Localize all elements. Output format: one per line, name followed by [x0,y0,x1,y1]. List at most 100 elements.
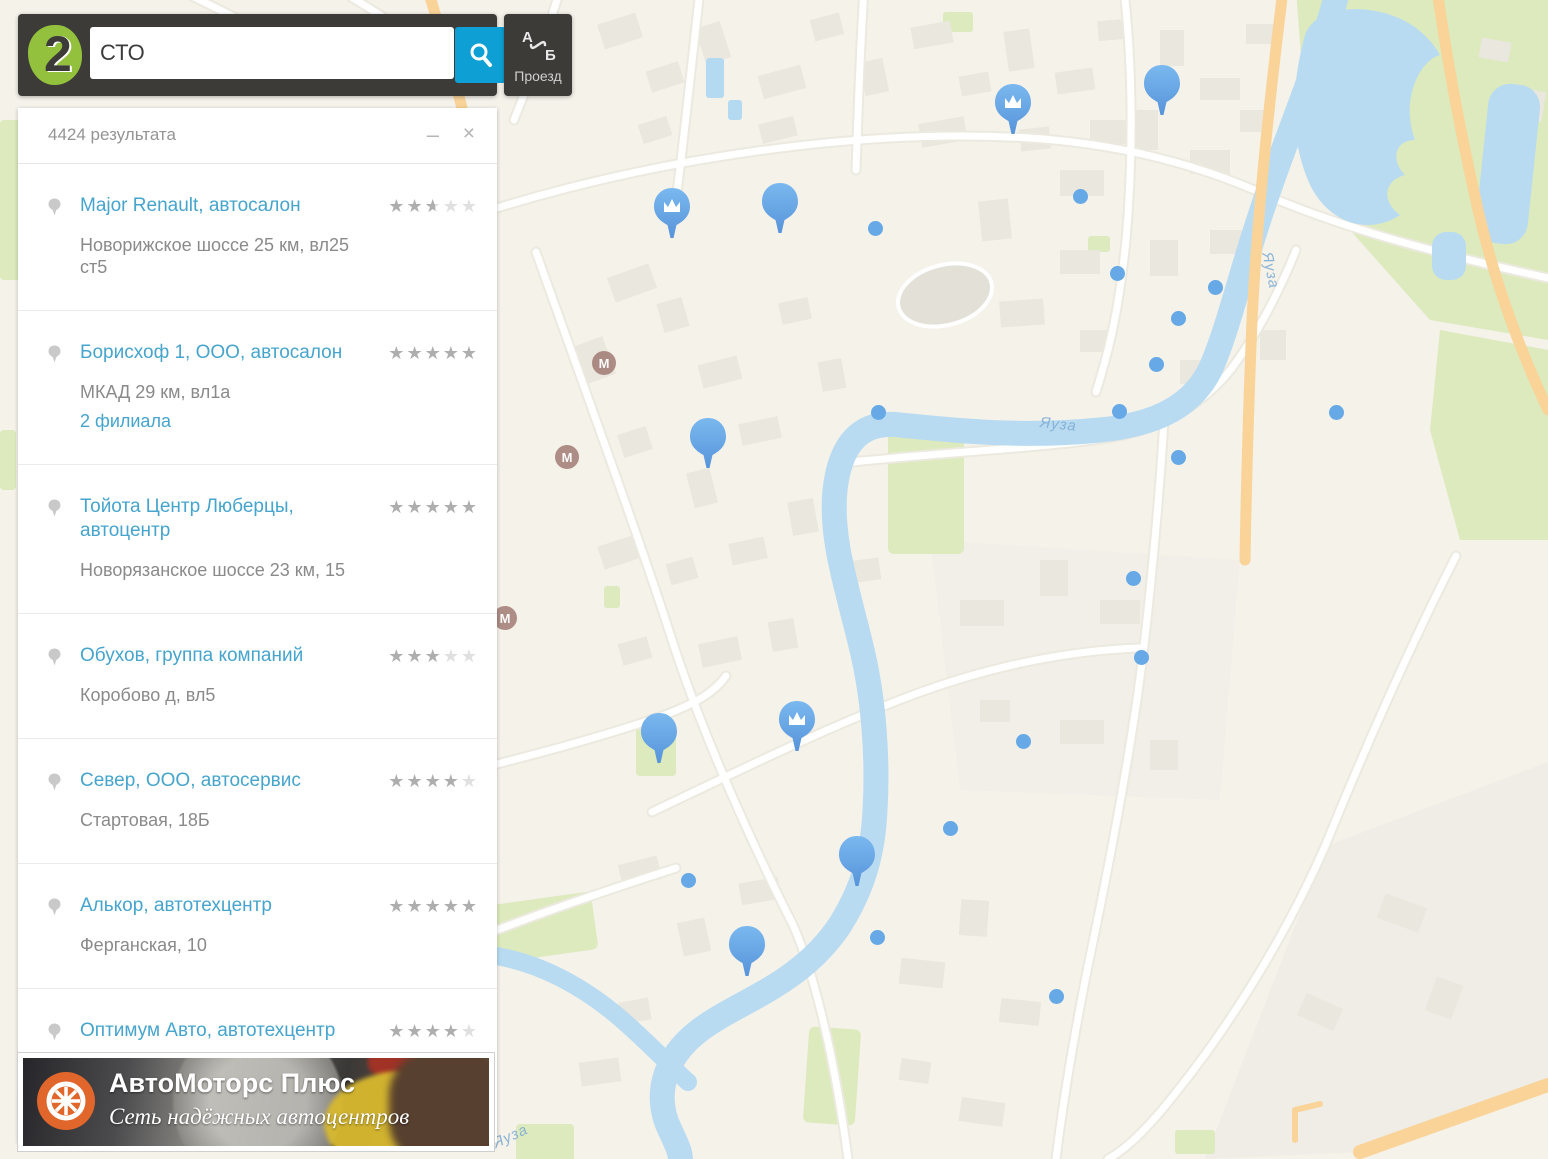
star-empty-icon: ★ [461,196,479,217]
star-filled-icon: ★ [443,1021,461,1042]
map-dot-marker[interactable] [1171,311,1186,326]
star-filled-icon: ★ [406,196,424,217]
star-filled-icon: ★ [406,343,424,364]
logo-digit: 2 [44,25,72,83]
map-dot-marker[interactable] [870,930,885,945]
result-title-link[interactable]: Север, ООО, автосервис [80,769,301,793]
minimize-button[interactable]: – [427,122,439,148]
map-dot-marker[interactable] [1171,450,1186,465]
rating-stars: ★★★★★ [388,771,479,792]
star-filled-icon: ★ [425,343,443,364]
map-dot-marker[interactable] [1126,571,1141,586]
star-filled-icon: ★ [388,646,406,667]
ad-title: АвтоМоторс Плюс [109,1068,355,1099]
2gis-logo-icon[interactable]: 2 [28,23,86,87]
result-title-link[interactable]: Тойота Центр Люберцы, автоцентр [80,495,377,543]
star-filled-icon: ★ [388,771,406,792]
result-pin-icon [48,345,61,363]
result-address: Новорижское шоссе 25 км, вл25 ст5 [80,234,377,278]
rating-stars: ★★★★★ [388,1021,479,1042]
map-dot-marker[interactable] [1016,734,1031,749]
result-item[interactable]: Борисхоф 1, ООО, автосалон★★★★★МКАД 29 к… [18,311,497,465]
map-dot-marker[interactable] [1329,405,1344,420]
star-filled-icon: ★ [388,196,406,217]
ad-photo: АвтоМоторс Плюс Сеть надёжных автоцентро… [23,1058,489,1146]
star-filled-icon: ★ [443,771,461,792]
ad-shadow-image [389,1058,489,1146]
svg-text:А: А [522,29,533,46]
river-name-label: Яуза [1258,251,1282,291]
metro-station-icon[interactable]: М [592,351,616,375]
ad-banner[interactable]: АвтоМоторс Плюс Сеть надёжных автоцентро… [18,1053,494,1151]
result-pin-icon [48,648,61,666]
result-item[interactable]: Север, ООО, автосервис★★★★★Стартовая, 18… [18,739,497,864]
metro-station-icon[interactable]: М [555,445,579,469]
search-input[interactable] [90,27,454,79]
result-address: Новорязанское шоссе 23 км, 15 [80,559,377,581]
star-filled-icon: ★ [406,771,424,792]
rating-stars: ★★★★★ [388,896,479,917]
result-address: Коробово д, вл5 [80,684,377,706]
star-filled-icon: ★ [425,1021,443,1042]
star-filled-icon: ★ [443,343,461,364]
star-filled-icon: ★ [425,896,443,917]
result-branches-link[interactable]: 2 филиала [80,411,171,432]
search-button[interactable] [455,27,506,83]
result-pin-icon [48,499,61,517]
star-filled-icon: ★ [461,896,479,917]
result-pin-icon [48,198,61,216]
map-dot-marker[interactable] [943,821,958,836]
map-dot-marker[interactable] [681,873,696,888]
star-empty-icon: ★ [461,1021,479,1042]
star-filled-icon: ★ [388,497,406,518]
rating-stars: ★★★★★ [388,497,479,518]
result-title-link[interactable]: Major Renault, автосалон [80,194,301,218]
result-address: Стартовая, 18Б [80,809,377,831]
result-address: Ферганская, 10 [80,934,377,956]
results-header: 4424 результата – × [18,108,497,164]
star-filled-icon: ★ [425,646,443,667]
star-empty-icon: ★ [443,646,461,667]
result-item[interactable]: Major Renault, автосалон ★★★★★★ Новорижско… [18,164,497,311]
map-dot-marker[interactable] [1073,189,1088,204]
river-name-label: Яуза [1039,414,1077,435]
result-pin-icon [48,1023,61,1041]
star-filled-icon: ★ [461,343,479,364]
close-button[interactable]: × [463,122,475,146]
star-filled-icon: ★★ [425,196,443,217]
star-filled-icon: ★ [406,1021,424,1042]
rating-stars: ★★★★★ [388,646,479,667]
result-item[interactable]: Тойота Центр Люберцы, автоцентр ★★★★★ Ново… [18,465,497,614]
app-root: МММЯузаЯузаЯуза 2 А Б Проезд 4424 резуль… [0,0,1548,1159]
map-dot-marker[interactable] [1208,280,1223,295]
result-item[interactable]: Обухов, группа компаний ★★★★★ Коробово д, … [18,614,497,739]
star-filled-icon: ★ [425,771,443,792]
route-button[interactable]: А Б Проезд [504,14,572,96]
ad-wheel-logo-icon [37,1072,95,1130]
star-empty-icon: ★ [461,771,479,792]
result-title-link[interactable]: Алькор, автотехцентр [80,894,272,918]
result-item[interactable]: Алькор, автотехцентр ★★★★★ Ферганская, 10 [18,864,497,989]
star-filled-icon: ★ [406,646,424,667]
map-dot-marker[interactable] [1149,357,1164,372]
map-dot-marker[interactable] [1134,650,1149,665]
result-title-link[interactable]: Оптимум Авто, автотехцентр [80,1019,335,1043]
map-dot-marker[interactable] [1049,989,1064,1004]
rating-stars: ★★★★★★ [388,196,479,217]
result-title-link[interactable]: Борисхоф 1, ООО, автосалон [80,341,342,365]
results-panel: 4424 результата – × Major Renault, автос… [18,108,497,1143]
star-filled-icon: ★ [388,896,406,917]
search-header-bar: 2 [18,14,497,96]
star-filled-icon: ★ [443,896,461,917]
result-pin-icon [48,773,61,791]
result-address: МКАД 29 км, вл1а [80,381,377,403]
map-dot-marker[interactable] [868,221,883,236]
map-dot-marker[interactable] [1110,266,1125,281]
result-title-link[interactable]: Обухов, группа компаний [80,644,303,668]
map-dot-marker[interactable] [1112,404,1127,419]
results-list: Major Renault, автосалон★★★★★★Новорижско… [18,164,497,1143]
results-count: 4424 результата [48,125,176,145]
star-filled-icon: ★ [388,343,406,364]
result-pin-icon [48,898,61,916]
map-dot-marker[interactable] [871,405,886,420]
